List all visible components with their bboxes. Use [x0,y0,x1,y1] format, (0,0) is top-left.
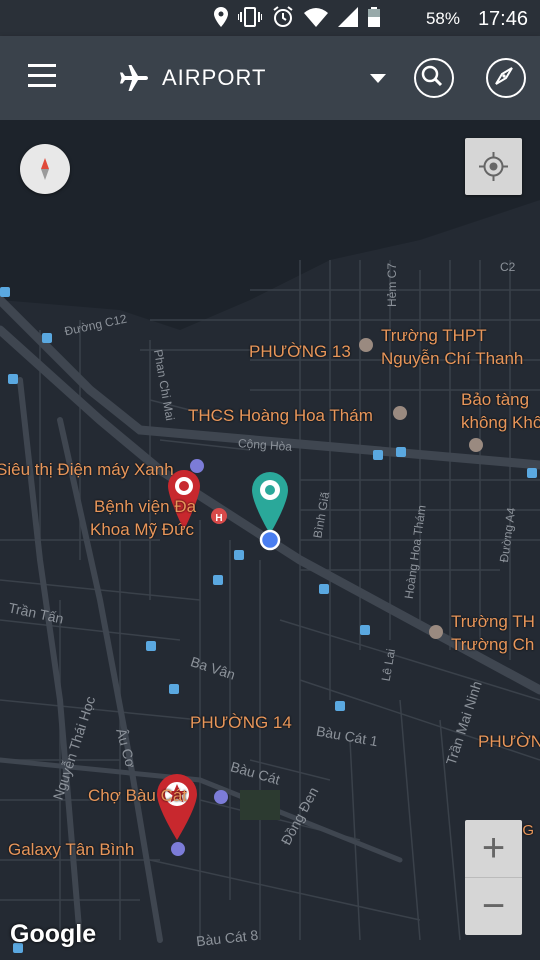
vibrate-icon [238,7,262,27]
current-location-dot [259,529,281,551]
compass-needle-icon [41,158,49,180]
zoom-controls: + − [465,820,522,935]
my-location-button[interactable] [465,138,522,195]
search-icon [421,65,443,87]
place-label: THCS Hoàng Hoa Thám [188,406,373,425]
place-label: PHƯỜNG 14 [190,713,292,732]
compass-button[interactable] [20,144,70,194]
location-icon [214,7,228,27]
map-canvas[interactable]: H [0,120,540,960]
place-label: PHƯỜNG 13 [249,342,351,361]
airplane-icon [120,65,148,91]
crosshair-icon [479,152,508,181]
zoom-in-button[interactable]: + [465,820,522,877]
battery-percent: 58% [425,9,460,28]
menu-icon [28,64,56,67]
place-label: Chợ Bàu Cát [88,786,188,805]
place-label: Bệnh viện Đa [94,497,197,516]
place-label: Siêu thị Điện máy Xanh [0,460,174,479]
menu-button[interactable] [24,64,60,92]
svg-text:H: H [215,513,222,524]
place-label: Trường Ch [451,635,535,654]
road-label: Hẻm C7 [385,262,400,308]
search-button[interactable] [414,58,454,98]
zoom-out-button[interactable]: − [465,878,522,935]
status-bar: 58% 17:46 [0,0,540,36]
place-label: Nguyễn Chí Thanh [381,349,524,368]
wifi-icon [304,8,328,27]
battery-icon [368,7,380,27]
navigation-button[interactable] [486,58,526,98]
place-label: Khoa Mỹ Đức [90,520,194,539]
place-label: Trường TH [451,612,535,631]
place-label: Galaxy Tân Bình [8,840,135,859]
alarm-icon [273,6,293,27]
dropdown-arrow-icon[interactable] [370,74,386,83]
clock: 17:46 [477,8,528,30]
app-title: AIRPORT [162,65,267,90]
status-icons [214,6,380,28]
place-label: không Khô [461,413,540,432]
google-logo: Google [10,920,97,948]
place-label: Trường THPT [381,326,487,345]
airport-selector[interactable]: AIRPORT [118,60,266,96]
place-label: Bảo tàng [461,390,530,409]
signal-icon [338,7,358,27]
road-label: C2 [500,260,516,274]
place-label: PHƯỜN [478,732,540,751]
app-bar: AIRPORT [0,36,540,120]
compass-icon [495,67,513,85]
